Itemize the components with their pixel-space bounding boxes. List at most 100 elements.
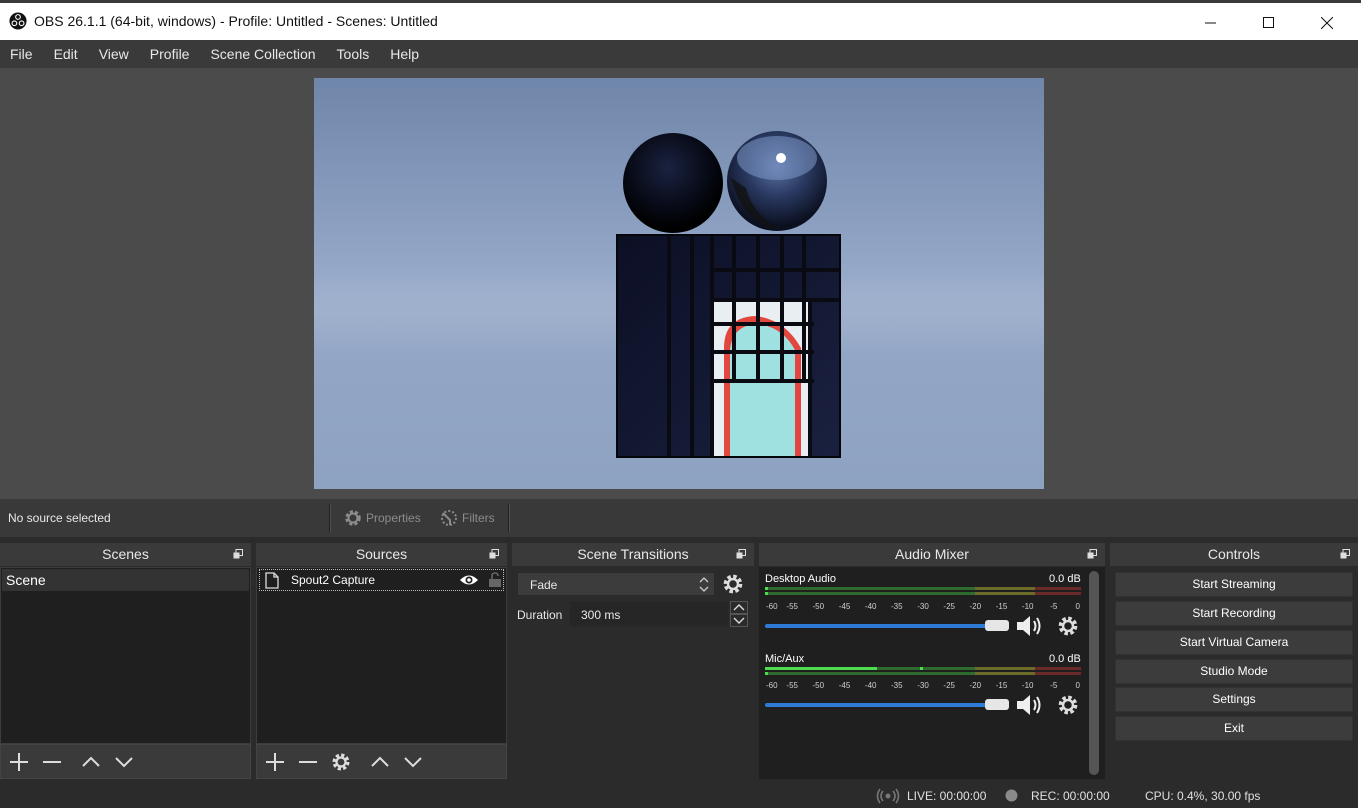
menu-edit[interactable]: Edit	[54, 46, 78, 62]
rec-timer: REC: 00:00:00	[1031, 789, 1110, 803]
studio-mode-button[interactable]: Studio Mode	[1115, 659, 1353, 684]
meter-scale-label: -60	[766, 602, 778, 611]
lock-icon[interactable]	[488, 572, 502, 588]
chevron-up-icon	[81, 756, 100, 767]
plus-icon	[265, 752, 284, 771]
properties-button[interactable]: Properties	[343, 508, 421, 528]
channel-db: 0.0 dB	[1049, 573, 1081, 585]
channel-name: Desktop Audio	[765, 573, 836, 585]
minus-icon	[298, 760, 317, 763]
transition-selected: Fade	[530, 578, 558, 592]
meter-scale-label: -60	[766, 681, 778, 690]
start-recording-button[interactable]: Start Recording	[1115, 601, 1353, 626]
undock-icon[interactable]	[233, 549, 243, 559]
gear-icon[interactable]	[1057, 694, 1079, 716]
meter-scale-label: -15	[996, 602, 1008, 611]
minimize-icon	[1205, 22, 1216, 24]
volume-meter	[765, 587, 1081, 595]
status-bar: LIVE: 00:00:00 REC: 00:00:00 CPU: 0.4%, …	[0, 783, 1358, 808]
volume-slider-track[interactable]	[765, 703, 995, 707]
updown-arrow-icon	[699, 577, 709, 592]
sources-list: Spout2 Capture	[256, 567, 507, 744]
undock-icon[interactable]	[1087, 549, 1097, 559]
scenes-title: Scenes	[102, 546, 149, 562]
preview-area	[0, 68, 1358, 499]
meter-scale-label: 0	[1076, 602, 1081, 611]
undock-icon[interactable]	[1340, 549, 1350, 559]
minimize-button[interactable]	[1182, 6, 1240, 40]
menu-scene-collection[interactable]: Scene Collection	[210, 46, 315, 62]
source-properties-button[interactable]	[328, 749, 353, 774]
spinner-icon[interactable]	[730, 601, 748, 627]
meter-scale-label: -30	[917, 602, 929, 611]
mixer-scrollbar[interactable]	[1089, 571, 1099, 775]
remove-source-button[interactable]	[295, 749, 320, 774]
scenes-header: Scenes	[0, 543, 251, 566]
transitions-header: Scene Transitions	[512, 543, 754, 566]
meter-scale-label: -20	[970, 602, 982, 611]
cpu-fps: CPU: 0.4%, 30.00 fps	[1145, 789, 1261, 803]
transition-select[interactable]: Fade	[517, 572, 715, 596]
undock-icon[interactable]	[489, 549, 499, 559]
eye-icon[interactable]	[459, 574, 479, 586]
start-streaming-button[interactable]: Start Streaming	[1115, 572, 1353, 597]
close-button[interactable]	[1298, 6, 1356, 40]
meter-scale-label: -55	[786, 681, 798, 690]
gear-icon[interactable]	[1057, 615, 1079, 637]
sources-toolbar	[256, 744, 507, 779]
move-scene-up-button[interactable]	[78, 749, 103, 774]
meter-scale-label: -50	[813, 602, 825, 611]
meter-scale-label: -10	[1022, 602, 1034, 611]
close-icon	[1321, 17, 1333, 29]
source-status: No source selected	[8, 511, 111, 525]
filters-label: Filters	[462, 511, 495, 525]
plus-icon	[9, 752, 28, 771]
volume-slider-track[interactable]	[765, 624, 995, 628]
sources-header: Sources	[256, 543, 507, 566]
mixer-title: Audio Mixer	[895, 546, 969, 562]
duration-input[interactable]: 300 ms	[569, 601, 729, 627]
start-virtual-camera-button[interactable]: Start Virtual Camera	[1115, 630, 1353, 655]
undock-icon[interactable]	[736, 549, 746, 559]
move-source-down-button[interactable]	[400, 749, 425, 774]
chevron-up-icon	[370, 756, 389, 767]
settings-button[interactable]: Settings	[1115, 687, 1353, 712]
volume-slider-handle[interactable]	[985, 699, 1009, 710]
sources-title: Sources	[355, 546, 408, 562]
transition-settings-button[interactable]	[722, 573, 746, 595]
volume-slider-handle[interactable]	[985, 620, 1009, 631]
maximize-button[interactable]	[1240, 6, 1298, 40]
duration-label: Duration	[517, 608, 563, 622]
meter-scale-label: -20	[970, 681, 982, 690]
toolbar-separator	[329, 504, 331, 532]
preview-canvas[interactable]	[314, 78, 1044, 489]
meter-scale: -60 -55 -50 -45 -40 -35 -30 -25 -20 -15 -10 -5 0	[764, 680, 1084, 692]
properties-label: Properties	[366, 511, 421, 525]
duration-value: 300 ms	[581, 608, 621, 622]
gear-icon	[723, 574, 743, 594]
mixer-body: Desktop Audio 0.0 dB -60 -55 -50 -45 -40 -35-…	[759, 567, 1105, 779]
filters-button[interactable]: Filters	[439, 508, 495, 528]
meter-scale-label: -15	[996, 681, 1008, 690]
exit-button[interactable]: Exit	[1115, 716, 1353, 741]
mixer-header: Audio Mixer	[759, 543, 1105, 566]
move-source-up-button[interactable]	[367, 749, 392, 774]
menu-profile[interactable]: Profile	[150, 46, 190, 62]
list-item[interactable]: Spout2 Capture	[259, 569, 504, 591]
title-bar: OBS 26.1.1 (64-bit, windows) - Profile: …	[0, 0, 1361, 40]
volume-meter	[765, 667, 1081, 675]
menu-help[interactable]: Help	[390, 46, 419, 62]
list-item[interactable]: Scene	[2, 569, 249, 591]
meter-scale-label: -40	[865, 602, 877, 611]
add-source-button[interactable]	[262, 749, 287, 774]
add-scene-button[interactable]	[6, 749, 31, 774]
meter-scale-label: -55	[786, 602, 798, 611]
move-scene-down-button[interactable]	[111, 749, 136, 774]
menu-view[interactable]: View	[99, 46, 129, 62]
speaker-icon[interactable]	[1015, 614, 1045, 638]
remove-scene-button[interactable]	[39, 749, 64, 774]
gear-icon	[332, 753, 349, 770]
menu-tools[interactable]: Tools	[337, 46, 370, 62]
menu-file[interactable]: File	[10, 46, 33, 62]
speaker-icon[interactable]	[1015, 693, 1045, 717]
